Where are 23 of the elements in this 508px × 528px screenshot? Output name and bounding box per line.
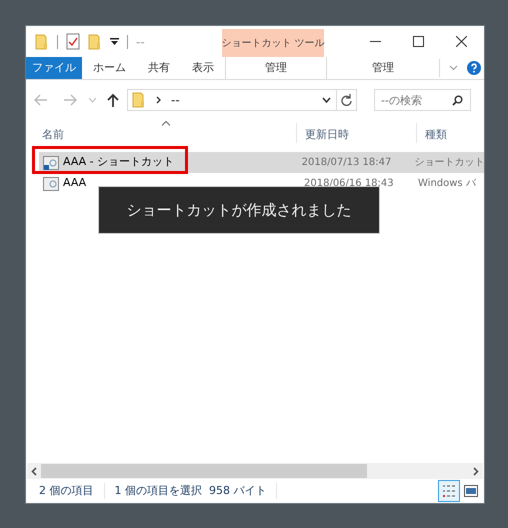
selection-info: 1 個の項目を選択 958 バイト (114, 482, 278, 500)
file-name: AAA (63, 175, 86, 192)
context-tab-header: ショートカット ツール (222, 29, 324, 57)
column-header[interactable]: 種類 (425, 126, 447, 143)
column-header[interactable]: 名前 (42, 126, 64, 143)
ribbon-tab[interactable]: 管理 (327, 57, 439, 79)
window-title: -- (136, 34, 145, 50)
file-type: ショートカット (414, 156, 484, 170)
ribbon-tab[interactable]: ファイル (26, 57, 82, 79)
search-field[interactable]: --の検索 (374, 89, 471, 111)
address-path: -- (171, 92, 180, 109)
file-name: AAA - ショートカット (63, 154, 174, 170)
column-header[interactable]: 更新日時 (305, 126, 349, 143)
ribbon-tab[interactable]: 共有 (137, 57, 181, 79)
item-count: 2 個の項目 (39, 482, 104, 500)
file-type: Windows バ (417, 177, 476, 191)
file-row[interactable]: AAA - ショートカット 2018/07/13 18:47 ショートカット (39, 152, 484, 173)
ribbon-tab[interactable]: ホーム (82, 57, 137, 79)
ribbon-tab[interactable]: 表示 (181, 57, 225, 79)
modified-date: 2018/07/13 18:47 (300, 156, 392, 170)
toast-notification: ショートカットが作成されました (98, 186, 380, 234)
address-field[interactable]: -- (127, 89, 357, 111)
ribbon-tab[interactable]: 管理 (225, 57, 327, 79)
